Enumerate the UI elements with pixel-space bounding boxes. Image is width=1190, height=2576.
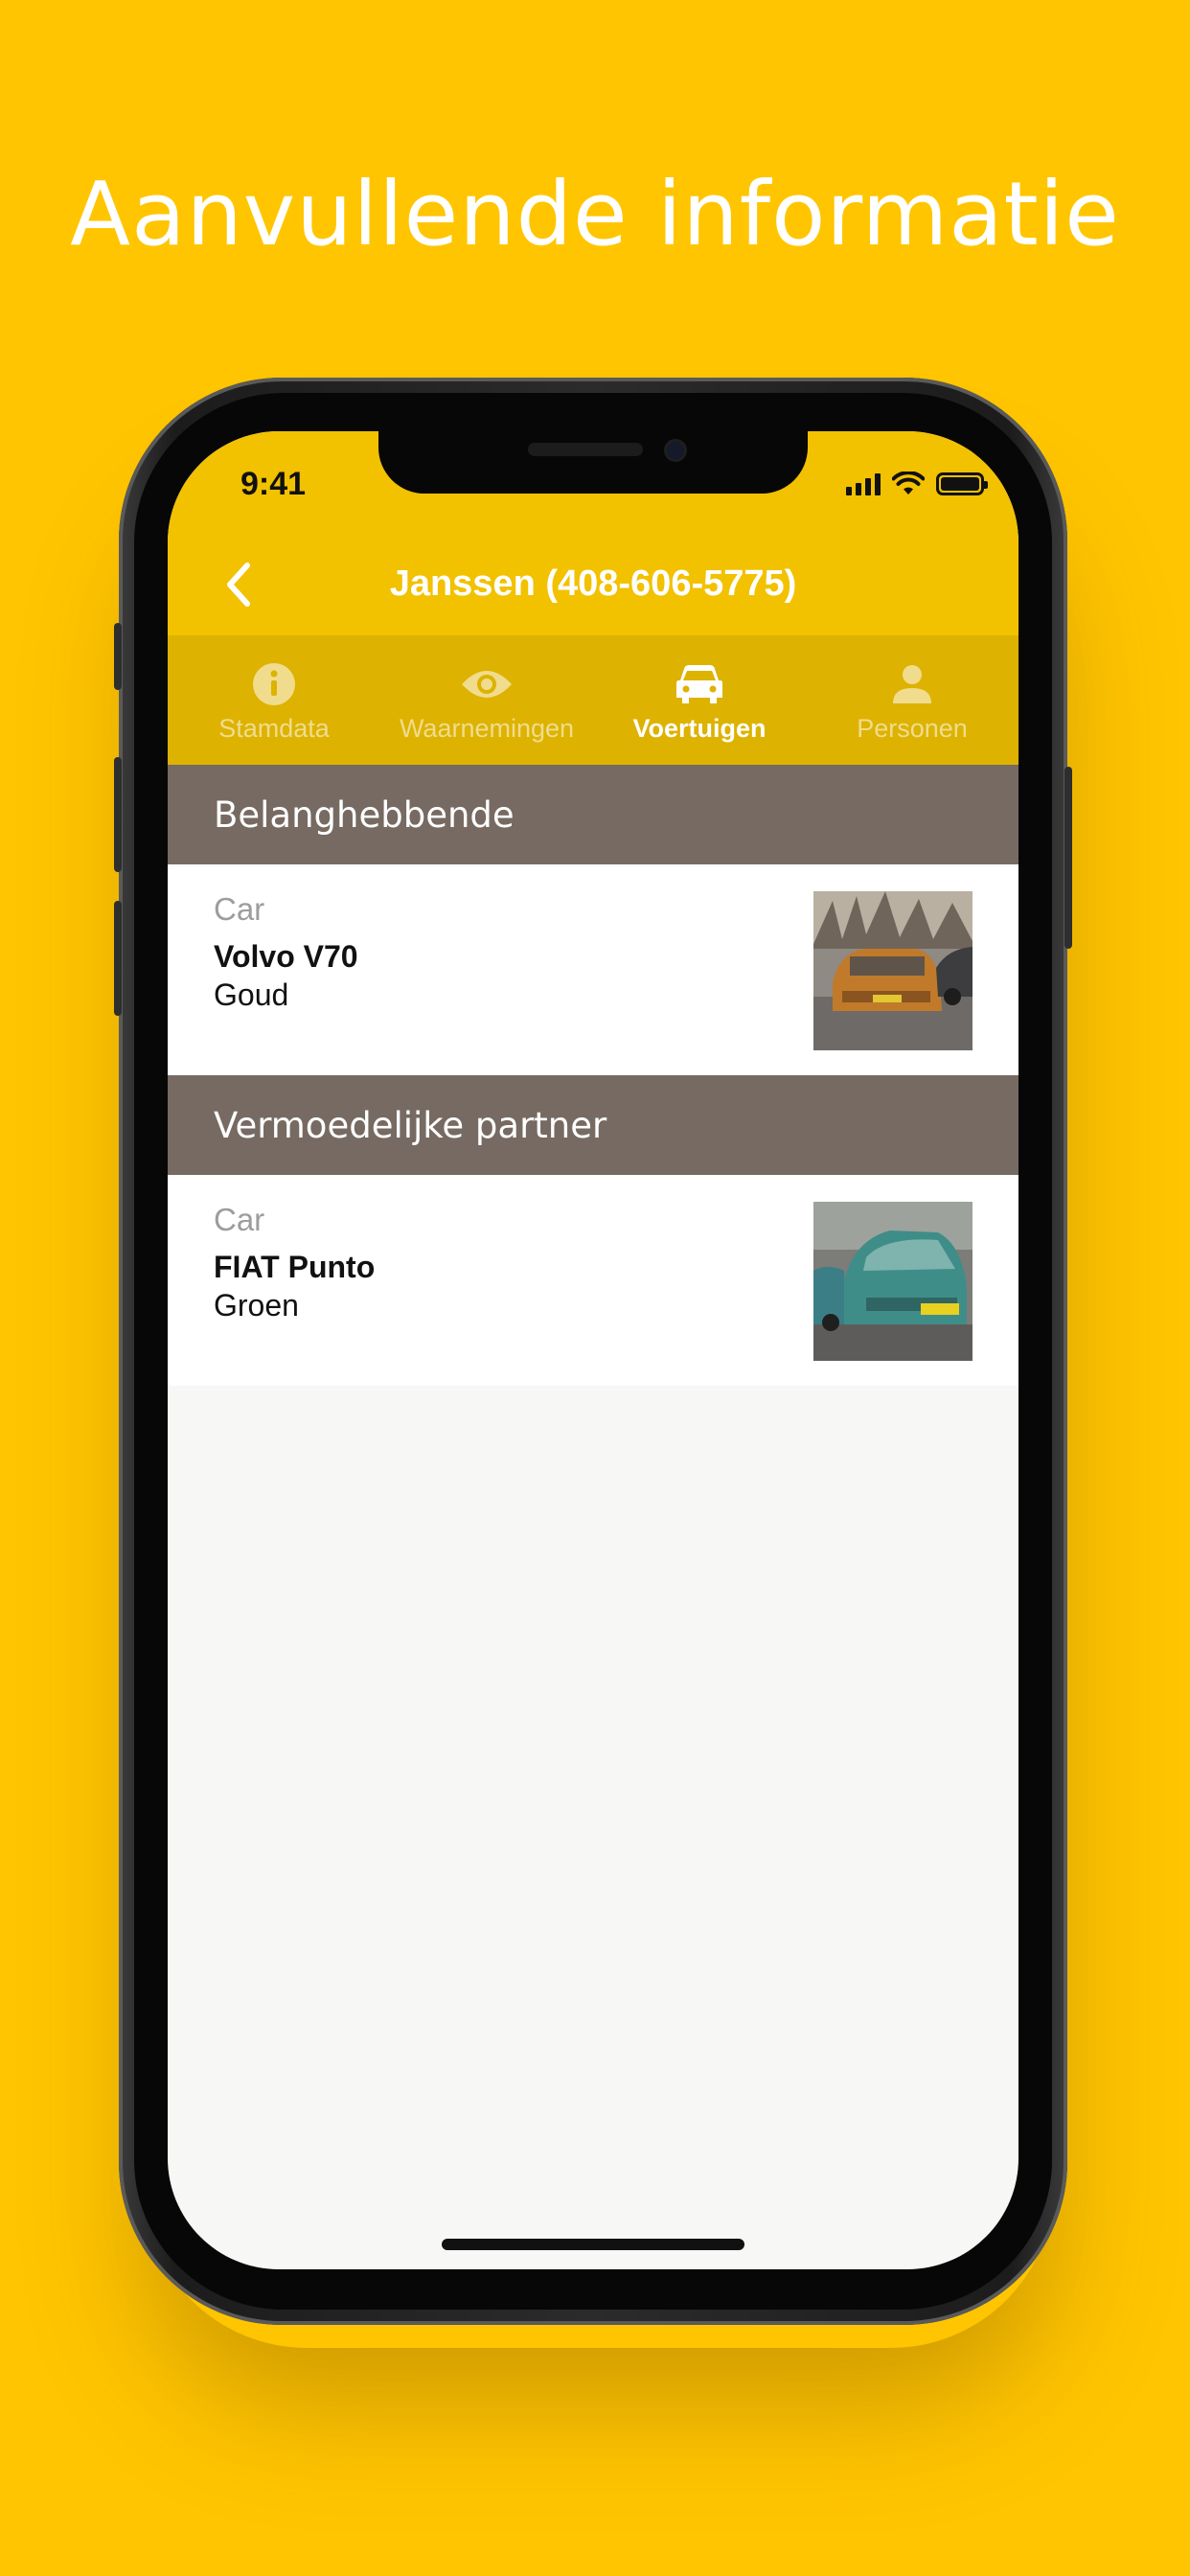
vehicle-photo[interactable] — [813, 1202, 973, 1361]
app-header: 9:41 Janssen (408-606-5775) — [168, 431, 1018, 635]
phone-volume-up — [114, 757, 122, 872]
tab-label: Voertuigen — [632, 714, 767, 743]
cellular-signal-icon — [846, 472, 881, 495]
person-icon — [893, 665, 931, 703]
tab-personen[interactable]: Personen — [806, 635, 1018, 765]
tab-label: Waarnemingen — [399, 714, 575, 743]
vehicle-color: Groen — [214, 1288, 299, 1322]
home-indicator[interactable] — [442, 2239, 744, 2250]
promo-title: Aanvullende informatie — [70, 163, 1120, 265]
wifi-icon — [892, 472, 925, 494]
tab-label: Personen — [857, 714, 968, 743]
eye-icon — [462, 671, 512, 698]
vehicle-type: Car — [214, 891, 265, 927]
section-header-vermoedelijke-partner: Vermoedelijke partner — [168, 1075, 1018, 1175]
section-header-belanghebbende: Belanghebbende — [168, 765, 1018, 864]
tab-stamdata[interactable]: Stamdata — [168, 635, 380, 765]
front-camera — [664, 439, 687, 462]
phone-power-button — [1064, 767, 1072, 949]
vehicle-row[interactable]: Car Volvo V70 Goud — [168, 864, 1018, 1075]
vehicle-row[interactable]: Car FIAT Punto Groen — [168, 1175, 1018, 1386]
vehicle-photo[interactable] — [813, 891, 973, 1050]
vehicle-name: Volvo V70 — [214, 939, 358, 974]
tab-voertuigen[interactable]: Voertuigen — [593, 635, 806, 765]
info-icon — [253, 663, 295, 705]
status-time: 9:41 — [240, 466, 307, 502]
vehicle-type: Car — [214, 1202, 265, 1237]
battery-icon — [936, 472, 988, 495]
car-icon — [676, 665, 722, 703]
tab-waarnemingen[interactable]: Waarnemingen — [380, 635, 593, 765]
phone-screen: 9:41 Janssen (408-606-5775) Stamdata Waa… — [168, 431, 1018, 2269]
nav-title: Janssen (408-606-5775) — [389, 564, 797, 604]
tab-label: Stamdata — [218, 714, 330, 743]
vehicle-color: Goud — [214, 978, 289, 1012]
phone-mute-switch — [114, 623, 122, 690]
phone-notch — [378, 431, 808, 494]
status-icons — [846, 470, 988, 498]
tab-bar: Stamdata Waarnemingen Voertuigen Persone… — [168, 635, 1018, 765]
phone-volume-down — [114, 901, 122, 1016]
vehicle-name: FIAT Punto — [214, 1250, 376, 1284]
